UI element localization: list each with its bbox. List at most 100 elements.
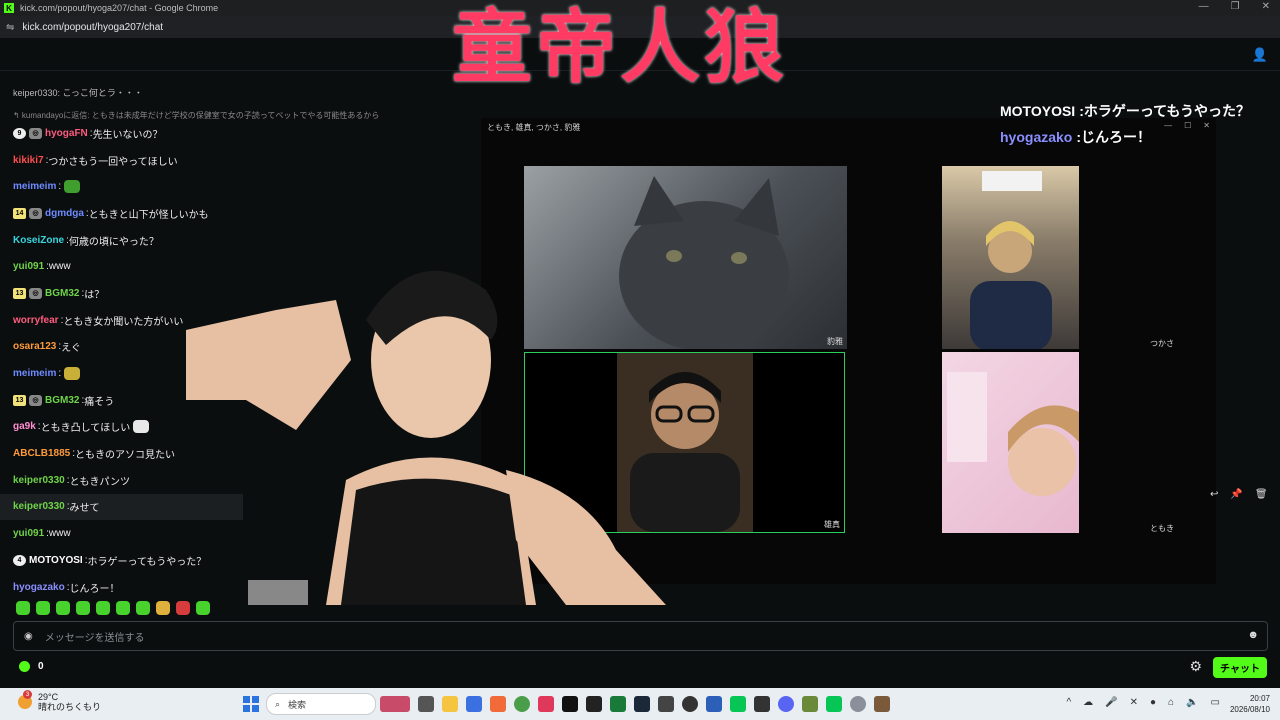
chat-username[interactable]: ABCLB1885	[13, 448, 70, 459]
points-value: 0	[38, 661, 44, 672]
steam-icon[interactable]	[634, 696, 650, 712]
chat-message[interactable]: 9 ◎ hyogaFN: 先生いないの？	[13, 120, 473, 147]
minimize-icon[interactable]: —	[1199, 1, 1209, 12]
video-tile[interactable]	[942, 166, 1079, 349]
overlay-message: MOTOYOSI: ホラゲーってもうやった？	[1000, 98, 1280, 124]
chat-message[interactable]: meimeim:	[13, 173, 473, 200]
chat-text: 痛そう	[84, 396, 115, 408]
chat-username[interactable]: hyogazako	[13, 582, 65, 593]
chat-text: は？	[84, 289, 105, 301]
battery-icon[interactable]: ▭	[1211, 697, 1220, 708]
chat-username[interactable]: worryfear	[13, 315, 59, 326]
chat-message[interactable]: 14 ◎ dgmdga: ともきと山下が怪しいかも	[13, 200, 473, 227]
chat-username[interactable]: meimeim	[13, 368, 56, 379]
obs-icon[interactable]	[682, 696, 698, 712]
chat-text: ともきパンツ	[69, 476, 131, 488]
restore-icon[interactable]: ❐	[1231, 1, 1240, 12]
tiktok-icon[interactable]	[562, 696, 578, 712]
badge-icon[interactable]: ◉	[24, 631, 33, 642]
emote-icon[interactable]	[136, 601, 150, 615]
volume-icon[interactable]: 🔈	[1186, 697, 1198, 708]
overlay-username: MOTOYOSI	[1000, 103, 1076, 119]
chat-username[interactable]: BGM32	[45, 395, 79, 406]
emote-icon[interactable]	[56, 601, 70, 615]
chat-username[interactable]: keiper0330	[13, 501, 65, 512]
reply-icon[interactable]: ↩	[1210, 489, 1218, 500]
overlay-text: ホラゲーってもうやった？	[1083, 103, 1251, 119]
app-icon[interactable]	[466, 696, 482, 712]
minecraft-icon[interactable]	[802, 696, 818, 712]
chat-username[interactable]: hyogaFN	[45, 128, 88, 139]
chat-username[interactable]: BGM32	[45, 288, 79, 299]
subscriber-badge: 13	[13, 287, 26, 299]
app-icon[interactable]: ●	[1150, 697, 1156, 708]
close-icon[interactable]: ✕	[1262, 1, 1270, 12]
chat-username[interactable]: MOTOYOSI	[29, 555, 83, 566]
chat-username[interactable]: dgmdga	[45, 208, 84, 219]
emote-icon[interactable]	[36, 601, 50, 615]
app-icon[interactable]	[380, 696, 410, 712]
line-icon[interactable]	[826, 696, 842, 712]
chat-username[interactable]: osara123	[13, 341, 56, 352]
app-icon[interactable]	[874, 696, 890, 712]
subscriber-badge: 14	[13, 207, 26, 219]
chat-username[interactable]: meimeim	[13, 181, 56, 192]
participant-name: ともき	[1150, 524, 1174, 533]
channel-points[interactable]: 0	[19, 661, 44, 672]
chat-text: ともきのアソコ見たい	[75, 450, 176, 462]
start-button[interactable]	[243, 696, 259, 712]
users-icon[interactable]: 👤	[1252, 47, 1268, 63]
emote-icon[interactable]	[16, 601, 30, 615]
gift-badge-icon: ◎	[29, 127, 42, 139]
mic-icon[interactable]: 🎤	[1105, 697, 1117, 708]
site-info-icon[interactable]: ⇋	[6, 22, 14, 33]
chat-input-placeholder: メッセージを送信する	[44, 632, 145, 644]
weather-widget[interactable]: 3 29°C 晴れのちくもり	[18, 690, 102, 712]
weather-desc: 晴れのちくもり	[38, 702, 102, 712]
folder-icon[interactable]	[442, 696, 458, 712]
chat-text: www	[48, 528, 71, 540]
chat-text: www	[48, 261, 71, 273]
app-icon[interactable]	[706, 696, 722, 712]
network-icon[interactable]: ⌂	[1168, 697, 1174, 708]
emote-icon[interactable]	[96, 601, 110, 615]
pin-icon[interactable]: 📌	[1230, 489, 1242, 500]
chat-username[interactable]: yui091	[13, 261, 44, 272]
chat-username[interactable]: yui091	[13, 528, 44, 539]
clock[interactable]: 20:07 2026/08/10	[1230, 693, 1270, 715]
chrome-icon[interactable]	[514, 696, 530, 712]
taskbar-apps	[380, 696, 890, 712]
send-chat-button[interactable]: チャット	[1213, 657, 1267, 678]
emote-icon[interactable]	[156, 601, 170, 615]
app-icon[interactable]	[538, 696, 554, 712]
settings-gear-icon[interactable]: ⚙	[1189, 658, 1202, 675]
chat-username[interactable]: keiper0330	[13, 475, 65, 486]
subscriber-badge: 13	[13, 394, 26, 406]
close-icon[interactable]: ✕	[1130, 697, 1138, 708]
taskbar-search[interactable]: ⌕ 検索	[266, 693, 376, 715]
app-icon[interactable]	[754, 696, 770, 712]
chat-username[interactable]: KoseiZone	[13, 235, 64, 246]
brave-icon[interactable]	[490, 696, 506, 712]
video-tile[interactable]	[942, 352, 1079, 533]
app-icon[interactable]	[418, 696, 434, 712]
subscriber-badge: 4	[13, 554, 26, 566]
emote-icon[interactable]	[76, 601, 90, 615]
delete-icon[interactable]: 🗑	[1255, 489, 1268, 500]
emote-icon[interactable]	[116, 601, 130, 615]
chat-message[interactable]: kikiki7: つかさもう一回やってほしい	[13, 147, 473, 174]
chevron-up-icon[interactable]: ^	[1066, 697, 1071, 708]
gift-badge-icon: ◎	[29, 287, 42, 299]
emoji-icon[interactable]: ☻	[1247, 629, 1259, 641]
app-icon[interactable]	[586, 696, 602, 712]
discord-icon[interactable]	[778, 696, 794, 712]
settings-icon[interactable]	[850, 696, 866, 712]
line-icon[interactable]	[730, 696, 746, 712]
cloud-icon[interactable]: ☁	[1083, 697, 1093, 708]
app-icon[interactable]	[658, 696, 674, 712]
chat-username[interactable]: kikiki7	[13, 155, 44, 166]
app-icon[interactable]	[610, 696, 626, 712]
chat-input[interactable]: ◉ メッセージを送信する ☻	[13, 621, 1268, 651]
chat-username[interactable]: ga9k	[13, 421, 36, 432]
partial-message: keiper0330: こっこ何とラ・・・	[13, 88, 143, 98]
